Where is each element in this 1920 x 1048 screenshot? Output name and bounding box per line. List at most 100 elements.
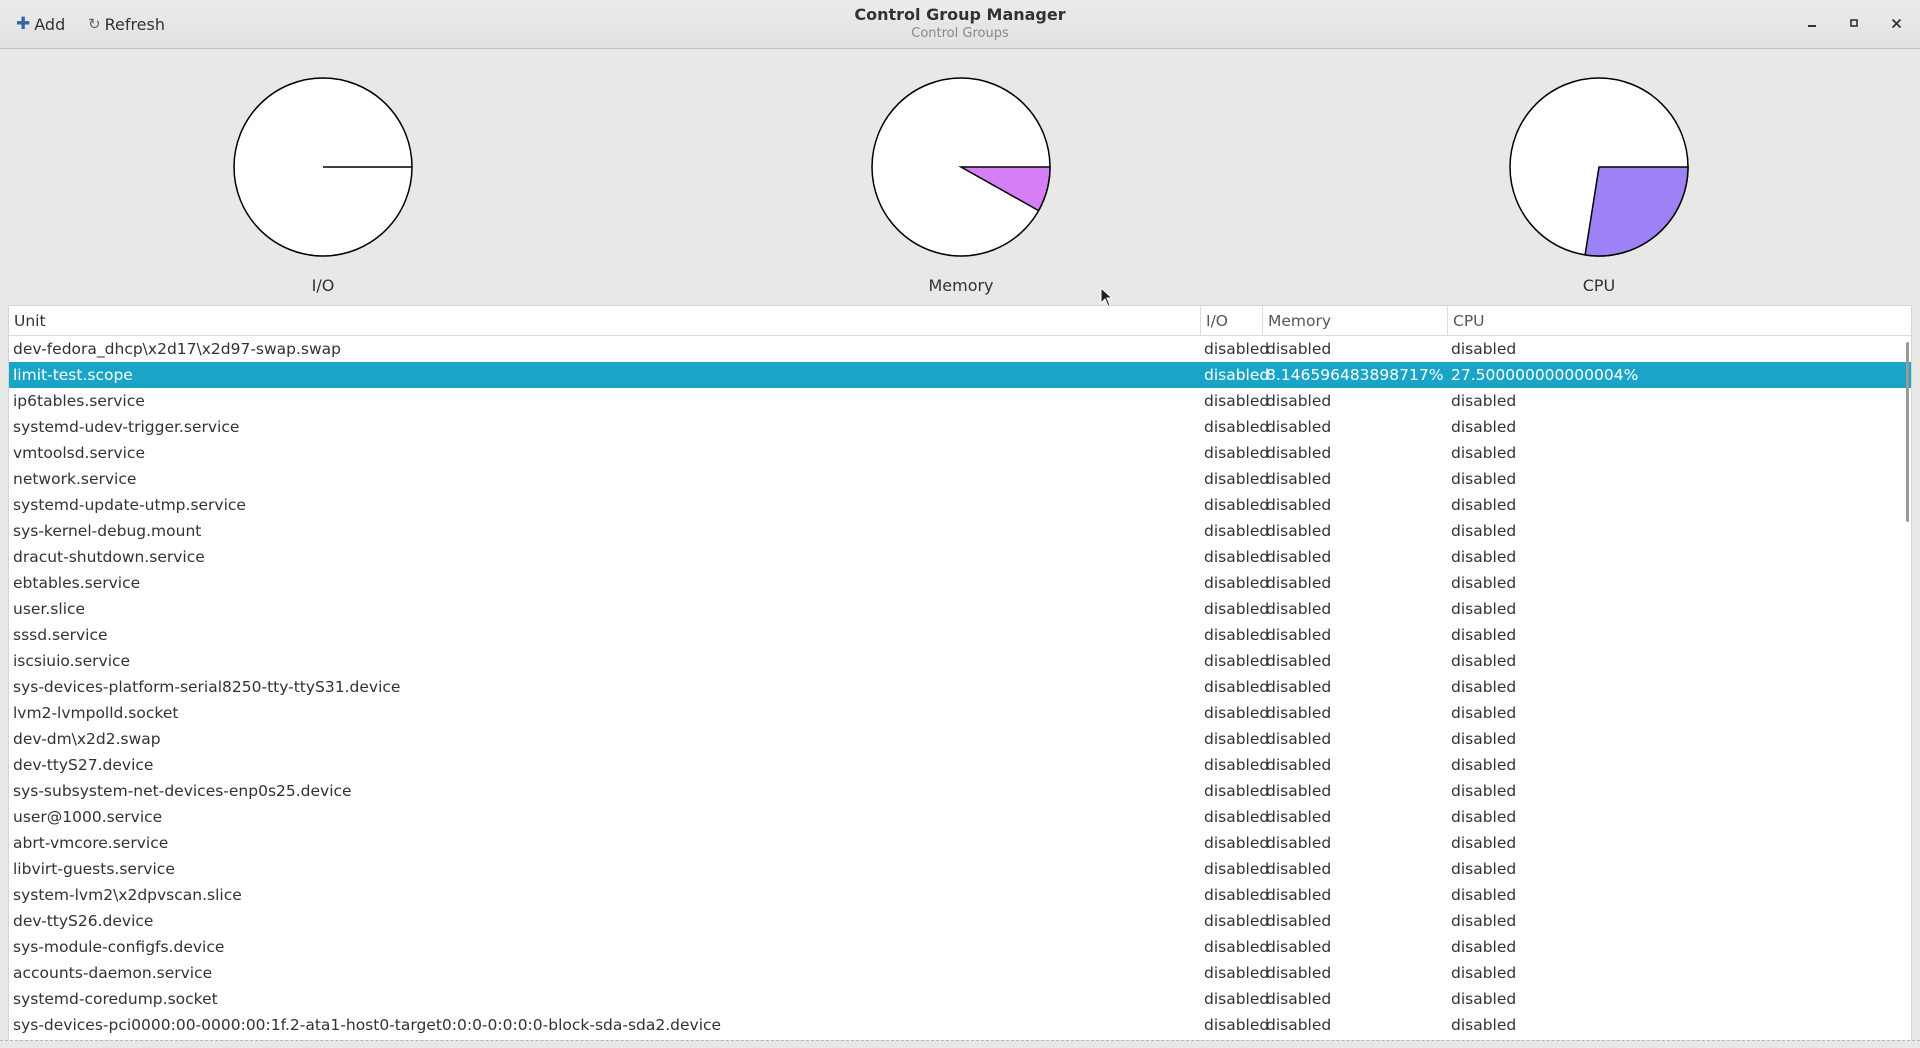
unit-cell: systemd-update-utmp.service [13, 496, 246, 514]
header-bar: ✚ Add ↻ Refresh Control Group Manager Co… [0, 0, 1920, 49]
io-cell: disabled [1204, 938, 1270, 956]
io-cell: disabled [1204, 652, 1270, 670]
table-row[interactable]: user@1000.service disabled disabled disable… [9, 804, 1911, 830]
table-row[interactable]: sys-devices-platform-serial8250-tty-ttyS… [9, 674, 1911, 700]
unit-cell: systemd-udev-trigger.service [13, 418, 240, 436]
table-row[interactable]: ip6tables.service disabled disabled disable… [9, 388, 1911, 414]
table-row[interactable]: sys-subsystem-net-devices-enp0s25.device… [9, 778, 1911, 804]
io-cell: disabled [1204, 912, 1270, 930]
unit-cell: lvm2-lvmpolld.socket [13, 704, 179, 722]
table-row[interactable]: sys-kernel-debug.mount disabled disabled di… [9, 518, 1911, 544]
table-row[interactable]: dev-ttyS26.device disabled disabled disable… [9, 908, 1911, 934]
table-row[interactable]: dev-ttyS27.device disabled disabled disable… [9, 752, 1911, 778]
cpu-cell: disabled [1451, 704, 1517, 722]
table-row[interactable]: iscsiuio.service disabled disabled disabled [9, 648, 1911, 674]
cpu-gauge: CPU [1508, 76, 1690, 295]
column-header-memory[interactable]: Memory [1262, 306, 1447, 336]
cpu-cell: disabled [1451, 964, 1517, 982]
column-header-unit[interactable]: Unit [9, 306, 1200, 336]
memory-cell: disabled [1266, 938, 1332, 956]
memory-cell: disabled [1266, 444, 1332, 462]
memory-gauge-label: Memory [928, 276, 994, 295]
memory-cell: disabled [1266, 860, 1332, 878]
memory-cell: disabled [1266, 834, 1332, 852]
title-block: Control Group Manager Control Groups [0, 5, 1920, 42]
table-row[interactable]: network.service disabled disabled disabled [9, 466, 1911, 492]
column-header-cpu[interactable]: CPU [1447, 306, 1911, 336]
io-cell: disabled [1204, 496, 1270, 514]
io-cell: disabled [1204, 834, 1270, 852]
table-row[interactable]: systemd-update-utmp.service disabled disab… [9, 492, 1911, 518]
cpu-cell: disabled [1451, 626, 1517, 644]
memory-cell: disabled [1266, 600, 1332, 618]
table-row[interactable]: dev-dm\x2d2.swap disabled disabled disabled [9, 726, 1911, 752]
table-row[interactable]: system-lvm2\x2dpvscan.slice disabled disab… [9, 882, 1911, 908]
unit-cell: system-lvm2\x2dpvscan.slice [13, 886, 242, 904]
window-bottom-edge [0, 1040, 1920, 1048]
memory-cell: disabled [1266, 756, 1332, 774]
table-row[interactable]: limit-test.scope disabled 8.14659648389871… [9, 362, 1911, 388]
unit-cell: accounts-daemon.service [13, 964, 213, 982]
cpu-cell: disabled [1451, 678, 1517, 696]
vertical-scrollbar[interactable] [1906, 342, 1909, 522]
memory-cell: disabled [1266, 496, 1332, 514]
table-row[interactable]: sssd.service disabled disabled disabled [9, 622, 1911, 648]
minimize-icon[interactable] [1801, 12, 1823, 34]
unit-cell: dracut-shutdown.service [13, 548, 205, 566]
memory-cell: disabled [1266, 340, 1332, 358]
memory-cell: disabled [1266, 392, 1332, 410]
close-icon[interactable] [1885, 12, 1907, 34]
cpu-cell: disabled [1451, 912, 1517, 930]
table-row[interactable]: accounts-daemon.service disabled disabled d… [9, 960, 1911, 986]
window-subtitle: Control Groups [911, 26, 1009, 41]
memory-cell: disabled [1266, 704, 1332, 722]
memory-cell: disabled [1266, 782, 1332, 800]
unit-cell: sssd.service [13, 626, 108, 644]
cpu-cell: disabled [1451, 886, 1517, 904]
unit-cell: sys-subsystem-net-devices-enp0s25.device [13, 782, 352, 800]
memory-cell: disabled [1266, 418, 1332, 436]
table-row[interactable]: systemd-udev-trigger.service disabled disa… [9, 414, 1911, 440]
table-row[interactable]: sys-devices-pci0000:00-0000:00:1f.2-ata1… [9, 1012, 1911, 1038]
memory-cell: disabled [1266, 626, 1332, 644]
unit-cell: dev-ttyS26.device [13, 912, 154, 930]
unit-cell: dev-ttyS27.device [13, 756, 154, 774]
unit-cell: sys-devices-platform-serial8250-tty-ttyS… [13, 678, 401, 696]
cpu-cell: disabled [1451, 340, 1517, 358]
table-header: Unit I/O Memory CPU [9, 306, 1911, 336]
io-gauge-label: I/O [311, 276, 335, 295]
unit-table[interactable]: Unit I/O Memory CPU dev-fedora_dhcp\x2d1… [8, 305, 1912, 1042]
column-header-io[interactable]: I/O [1200, 306, 1262, 336]
io-cell: disabled [1204, 470, 1270, 488]
table-row[interactable]: lvm2-lvmpolld.socket disabled disabled disa… [9, 700, 1911, 726]
table-row[interactable]: sys-module-configfs.device disabled disabl… [9, 934, 1911, 960]
table-body: dev-fedora_dhcp\x2d17\x2d97-swap.swap dis… [9, 336, 1911, 1038]
table-row[interactable]: libvirt-guests.service disabled disabled di… [9, 856, 1911, 882]
io-cell: disabled [1204, 392, 1270, 410]
memory-cell: disabled [1266, 964, 1332, 982]
cpu-cell: disabled [1451, 470, 1517, 488]
table-row[interactable]: abrt-vmcore.service disabled disabled disab… [9, 830, 1911, 856]
cpu-gauge-label: CPU [1582, 276, 1616, 295]
usage-graphs: I/O Memory CPU [0, 49, 1920, 303]
unit-cell: vmtoolsd.service [13, 444, 145, 462]
io-cell: disabled [1204, 626, 1270, 644]
io-cell: disabled [1204, 860, 1270, 878]
table-row[interactable]: systemd-coredump.socket disabled disabled d… [9, 986, 1911, 1012]
table-row[interactable]: dev-fedora_dhcp\x2d17\x2d97-swap.swap dis… [9, 336, 1911, 362]
table-row[interactable]: ebtables.service disabled disabled disabled [9, 570, 1911, 596]
io-cell: disabled [1204, 522, 1270, 540]
table-row[interactable]: dracut-shutdown.service disabled disabled d… [9, 544, 1911, 570]
cpu-cell: disabled [1451, 418, 1517, 436]
cpu-cell: disabled [1451, 652, 1517, 670]
memory-gauge: Memory [870, 76, 1052, 295]
maximize-icon[interactable] [1843, 12, 1865, 34]
cpu-cell: disabled [1451, 1016, 1517, 1034]
memory-cell: disabled [1266, 1016, 1332, 1034]
memory-cell: disabled [1266, 522, 1332, 540]
table-row[interactable]: vmtoolsd.service disabled disabled disabled [9, 440, 1911, 466]
table-row[interactable]: user.slice disabled disabled disabled [9, 596, 1911, 622]
memory-cell: disabled [1266, 912, 1332, 930]
memory-cell: 8.146596483898717% [1266, 366, 1444, 384]
memory-cell: disabled [1266, 886, 1332, 904]
